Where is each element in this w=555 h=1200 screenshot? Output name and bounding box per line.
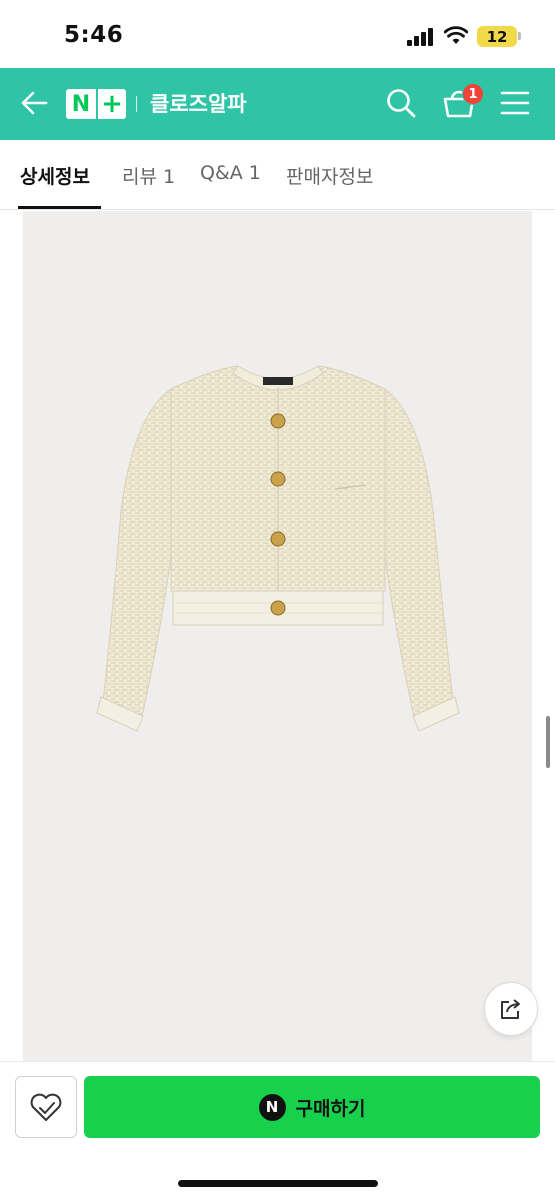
jacket-illustration	[96, 365, 460, 732]
share-icon	[501, 999, 520, 1019]
active-tab-underline	[18, 206, 101, 209]
cellular-signal-icon	[407, 28, 435, 46]
naver-plus-logo[interactable]: N +	[66, 89, 126, 119]
hamburger-menu-icon[interactable]	[500, 88, 530, 118]
logo-n: N	[71, 91, 91, 117]
tab-reviews[interactable]: 리뷰 1	[122, 162, 175, 189]
home-indicator	[178, 1180, 378, 1187]
naver-pay-icon: N	[258, 1093, 286, 1121]
tab-seller-info[interactable]: 판매자정보	[286, 162, 373, 189]
buy-label: 구매하기	[295, 1097, 366, 1120]
status-bar: 5:46 12	[0, 0, 555, 68]
buy-button[interactable]: N 구매하기	[84, 1076, 540, 1138]
battery-icon: 12	[477, 26, 517, 47]
battery-tip	[518, 32, 521, 40]
app-header: N + 클로즈알파 1	[0, 68, 555, 140]
logo-plus: +	[101, 89, 123, 119]
cart-count-badge: 1	[462, 83, 484, 105]
search-icon[interactable]	[384, 86, 418, 120]
tab-details[interactable]: 상세정보	[20, 162, 90, 189]
tab-qna[interactable]: Q&A 1	[200, 162, 261, 184]
product-image[interactable]	[23, 211, 532, 1061]
detail-tabs: 상세정보 리뷰 1 Q&A 1 판매자정보	[0, 140, 555, 210]
wishlist-button[interactable]	[15, 1076, 77, 1138]
wifi-icon	[444, 26, 468, 44]
status-time: 5:46	[64, 22, 124, 48]
header-divider	[136, 96, 137, 112]
store-name[interactable]: 클로즈알파	[150, 88, 247, 118]
label-tag	[263, 377, 293, 385]
battery-level: 12	[486, 27, 508, 46]
back-arrow-icon[interactable]	[18, 86, 52, 120]
scrollbar[interactable]	[546, 716, 550, 768]
share-button[interactable]	[484, 982, 538, 1036]
heart-check-icon	[30, 1093, 62, 1121]
